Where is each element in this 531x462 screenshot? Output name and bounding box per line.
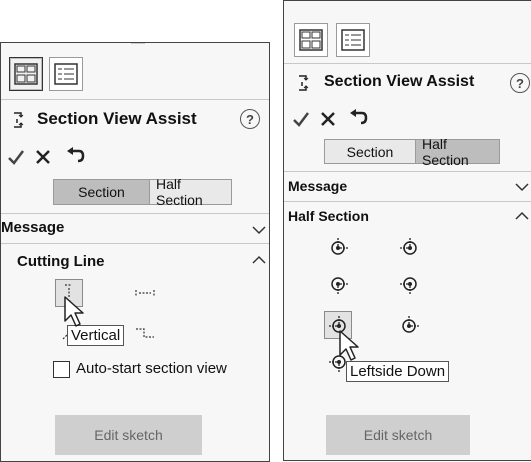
chevron-up-icon[interactable] xyxy=(251,252,267,268)
edit-sketch-button[interactable]: Edit sketch xyxy=(326,415,470,455)
section-option[interactable]: Section xyxy=(325,140,415,163)
tab-divider xyxy=(1,99,269,100)
half-section-topright-icon xyxy=(331,238,348,255)
panel-title: Section View Assist xyxy=(324,73,475,90)
half-section-header[interactable]: Half Section xyxy=(288,208,369,224)
half-section-option-2[interactable] xyxy=(396,233,424,261)
tab-divider xyxy=(284,63,531,64)
feature-tree-tab[interactable] xyxy=(336,23,370,57)
half-section-option[interactable]: Half Section xyxy=(415,136,499,168)
right-property-manager: Section View Assist ? Section Half Secti… xyxy=(283,0,531,461)
message-bottom-divider xyxy=(284,201,531,202)
half-section-rightside-down-icon xyxy=(402,316,419,333)
section-view-assist-icon xyxy=(14,112,24,128)
chevron-down-icon[interactable] xyxy=(251,222,267,238)
half-section-bottomleft-icon xyxy=(400,277,417,294)
property-manager-tab[interactable] xyxy=(294,23,328,57)
check-icon[interactable] xyxy=(7,149,25,165)
feature-tree-icon xyxy=(341,29,365,51)
half-section-option-4[interactable] xyxy=(396,271,424,299)
x-icon[interactable] xyxy=(35,149,51,165)
section-type-toggle[interactable]: Section Half Section xyxy=(324,136,500,168)
mouse-cursor-icon xyxy=(64,296,84,327)
panel-title: Section View Assist xyxy=(37,109,197,128)
edit-sketch-button[interactable]: Edit sketch xyxy=(55,415,202,455)
feature-tree-tab[interactable] xyxy=(49,57,83,91)
auto-start-label: Auto-start section view xyxy=(76,360,227,377)
half-section-bottomright-icon xyxy=(331,277,348,294)
offset-line-icon xyxy=(136,328,154,338)
half-section-option-3[interactable] xyxy=(324,271,352,299)
check-icon[interactable] xyxy=(292,111,310,127)
tooltip: Leftside Down xyxy=(346,361,450,382)
chevron-up-icon[interactable] xyxy=(514,208,530,224)
horizontal-cutting-line-button[interactable] xyxy=(131,279,159,307)
undo-icon[interactable] xyxy=(348,109,368,127)
cutting-line-header[interactable]: Cutting Line xyxy=(17,253,104,270)
section-type-toggle[interactable]: Section Half Section xyxy=(53,176,232,208)
section-option[interactable]: Section xyxy=(54,180,149,204)
property-manager-tab[interactable] xyxy=(9,57,43,91)
auto-start-checkbox[interactable] xyxy=(53,361,70,378)
chevron-down-icon[interactable] xyxy=(514,179,530,195)
help-icon[interactable]: ? xyxy=(510,73,530,93)
half-section-option-1[interactable] xyxy=(324,233,352,261)
property-manager-icon xyxy=(14,63,38,85)
left-property-manager: Section View Assist ? Section Half Secti… xyxy=(0,42,270,462)
mouse-cursor-icon xyxy=(339,330,359,361)
half-section-topleft-icon xyxy=(400,238,417,255)
x-icon[interactable] xyxy=(320,111,336,127)
message-divider xyxy=(1,213,269,214)
message-divider xyxy=(284,171,531,172)
section-view-assist-icon xyxy=(299,75,309,91)
horizontal-line-icon xyxy=(135,290,155,296)
offset-cutting-line-button[interactable] xyxy=(131,319,159,347)
help-icon[interactable]: ? xyxy=(240,109,260,129)
half-section-option-6[interactable] xyxy=(396,311,424,339)
message-bottom-divider xyxy=(1,243,269,244)
message-header[interactable]: Message xyxy=(1,219,64,236)
feature-tree-icon xyxy=(54,63,78,85)
message-header[interactable]: Message xyxy=(288,178,347,194)
property-manager-icon xyxy=(299,29,323,51)
half-section-option[interactable]: Half Section xyxy=(149,176,231,208)
undo-icon[interactable] xyxy=(65,147,85,165)
panel-grip xyxy=(131,43,145,44)
